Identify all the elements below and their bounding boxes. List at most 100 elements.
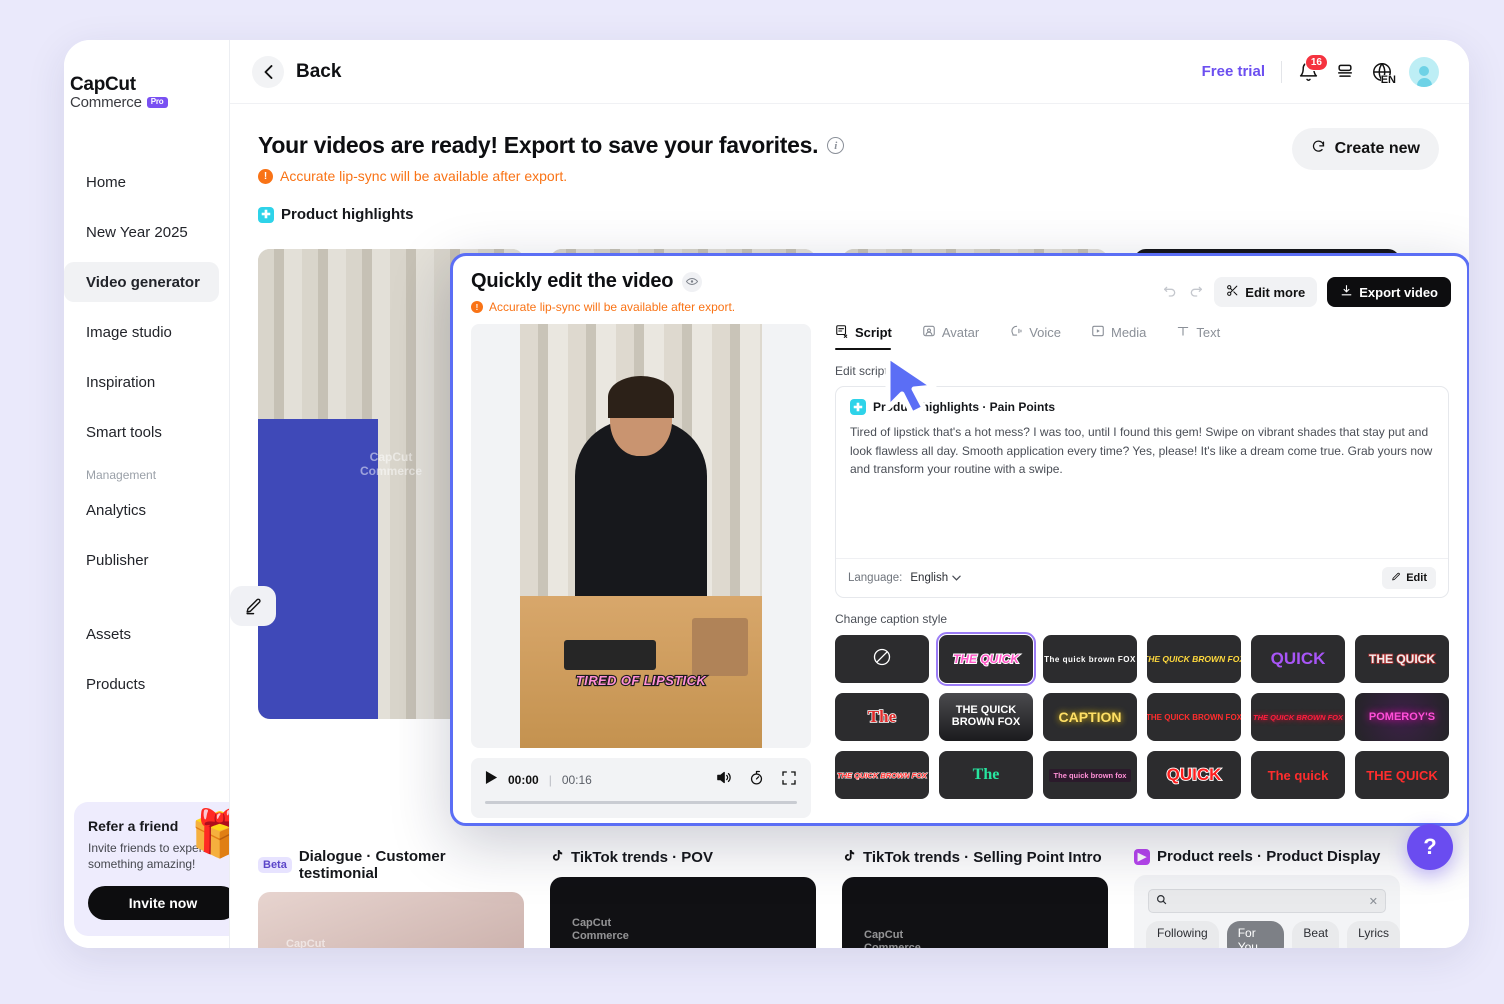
volume-icon[interactable] [715, 769, 732, 791]
caption-style-option[interactable]: THE QUICK BROWN FOX [1147, 635, 1241, 683]
video-preview[interactable]: TIRED OF LIPSTICK [471, 324, 811, 748]
caption-style-option[interactable]: POMEROY'S [1355, 693, 1449, 741]
sidebar-item-label: Analytics [86, 502, 146, 519]
logo-main-text: CapCut [70, 74, 230, 96]
export-video-label: Export video [1359, 285, 1438, 300]
player-icons [715, 769, 797, 791]
caption-style-option[interactable]: The [939, 751, 1033, 799]
caption-style-grid: THE QUICK The quick brown FOX THE QUICK … [835, 635, 1449, 799]
caption-style-option[interactable] [835, 635, 929, 683]
create-new-button[interactable]: Create new [1292, 128, 1439, 170]
create-new-label: Create new [1335, 140, 1420, 158]
tab-avatar[interactable]: Avatar [922, 324, 979, 350]
top-bar-actions: Free trial 16 EN [1202, 57, 1439, 87]
tab-label: Text [1196, 325, 1220, 340]
chip-beat[interactable]: Beat [1292, 921, 1339, 948]
chip-for-you[interactable]: For You [1227, 921, 1285, 948]
layers-button[interactable] [1335, 62, 1355, 82]
language-button[interactable]: EN [1371, 61, 1393, 83]
caption-style-option[interactable]: THE QUICK BROWN FOX [939, 693, 1033, 741]
chip-following[interactable]: Following [1146, 921, 1219, 948]
sidebar-item-label: New Year 2025 [86, 224, 188, 241]
video-thumbnail[interactable]: CapCut Commerce [842, 877, 1108, 948]
caption-style-option[interactable]: THE QUICK BROWN FOX [835, 751, 929, 799]
card-label: TikTok trends · POV [571, 849, 713, 866]
play-button[interactable] [485, 770, 498, 790]
sidebar-item-label: Video generator [86, 274, 200, 291]
caption-style-option[interactable]: QUICK [1251, 635, 1345, 683]
card-head: TikTok trends · Selling Point Intro [842, 848, 1108, 867]
sidebar-item-smart-tools[interactable]: Smart tools [64, 412, 219, 452]
referral-card: 🎁 Refer a friend Invite friends to exper… [74, 802, 230, 936]
tab-script[interactable]: Script [835, 324, 892, 350]
tab-text[interactable]: Text [1176, 324, 1220, 350]
caption-style-text: CAPTION [1059, 709, 1122, 725]
progress-slider[interactable] [485, 801, 797, 804]
sidebar-item-home[interactable]: Home [64, 162, 219, 202]
sidebar-item-publisher[interactable]: Publisher [64, 540, 219, 580]
invite-now-button[interactable]: Invite now [88, 886, 230, 920]
sidebar-item-products[interactable]: Products [64, 664, 219, 704]
caption-style-option[interactable]: QUICK [1147, 751, 1241, 799]
sidebar-group-label-management: Management [64, 468, 229, 482]
video-thumbnail[interactable]: ✕ Following For You Beat Lyrics CapCut C… [1134, 875, 1400, 948]
avatar[interactable] [1409, 57, 1439, 87]
edit-more-button[interactable]: Edit more [1214, 277, 1317, 307]
player-row: 00:00 | 00:16 [485, 769, 797, 791]
video-palette-prop [564, 640, 656, 670]
edit-script-button[interactable]: Edit [1382, 567, 1436, 589]
caption-style-option[interactable]: THE QUICK [1355, 751, 1449, 799]
undo-icon[interactable] [1162, 284, 1178, 300]
sidebar-item-label: Smart tools [86, 424, 162, 441]
sidebar-nav: Home New Year 2025 Video generator Image… [64, 162, 229, 714]
caption-style-option[interactable]: CAPTION [1043, 693, 1137, 741]
script-editor[interactable]: ✚ Product highlights · Pain Points Tired… [835, 386, 1449, 598]
sidebar-item-label: Image studio [86, 324, 172, 341]
caption-style-option[interactable]: The quick brown FOX [1043, 635, 1137, 683]
sidebar-item-new-year[interactable]: New Year 2025 [64, 212, 219, 252]
sidebar-item-inspiration[interactable]: Inspiration [64, 362, 219, 402]
caption-style-option[interactable]: THE QUICK BROWN FOX [1147, 693, 1241, 741]
info-icon[interactable]: i [827, 137, 844, 154]
caption-style-label: Change caption style [835, 612, 1449, 626]
video-thumbnail[interactable]: CapCut Commerce [258, 892, 524, 948]
caption-style-option[interactable]: The quick [1251, 751, 1345, 799]
redo-icon[interactable] [1188, 284, 1204, 300]
card-head: ✚ Product highlights [258, 206, 1439, 223]
caption-style-option[interactable]: The [835, 693, 929, 741]
sidebar-item-video-generator[interactable]: Video generator [64, 262, 219, 302]
app-logo[interactable]: CapCut Commerce Pro [70, 74, 230, 111]
sidebar-item-image-studio[interactable]: Image studio [64, 312, 219, 352]
speed-icon[interactable] [748, 769, 765, 791]
no-style-icon [872, 647, 892, 672]
tab-media[interactable]: Media [1091, 324, 1146, 350]
video-thumbnail[interactable]: CapCut Commerce you know that [550, 877, 816, 948]
clear-icon[interactable]: ✕ [1369, 895, 1378, 908]
caption-style-text: The quick [1268, 768, 1329, 783]
chip-lyrics[interactable]: Lyrics [1347, 921, 1400, 948]
caption-style-option[interactable]: THE QUICK [939, 635, 1033, 683]
search-input[interactable]: ✕ [1148, 889, 1386, 913]
help-button[interactable]: ? [1407, 824, 1453, 870]
export-video-button[interactable]: Export video [1327, 277, 1451, 307]
card-label: Product reels · Product Display [1157, 848, 1380, 865]
eye-icon[interactable] [682, 272, 702, 292]
edit-video-button[interactable] [230, 586, 276, 626]
sidebar-item-analytics[interactable]: Analytics [64, 490, 219, 530]
caption-style-text: The [973, 766, 1000, 784]
free-trial-link[interactable]: Free trial [1202, 63, 1265, 80]
card-label: TikTok trends · Selling Point Intro [863, 849, 1102, 866]
script-text[interactable]: Tired of lipstick that's a hot mess? I w… [836, 415, 1448, 558]
caption-style-option[interactable]: The quick brown fox [1043, 751, 1137, 799]
section-header-product-highlights: ✚ Product highlights [258, 206, 1439, 223]
sidebar-item-assets[interactable]: Assets [64, 614, 219, 654]
caption-style-option[interactable]: THE QUICK [1355, 635, 1449, 683]
back-button[interactable]: Back [252, 56, 341, 88]
pencil-icon [1391, 572, 1401, 585]
fullscreen-icon[interactable] [781, 770, 797, 791]
avatar-icon [922, 324, 936, 341]
tab-voice[interactable]: Voice [1009, 324, 1061, 350]
language-select[interactable]: English [910, 572, 961, 584]
caption-style-option[interactable]: THE QUICK BROWN FOX [1251, 693, 1345, 741]
notifications-button[interactable]: 16 [1298, 61, 1319, 82]
